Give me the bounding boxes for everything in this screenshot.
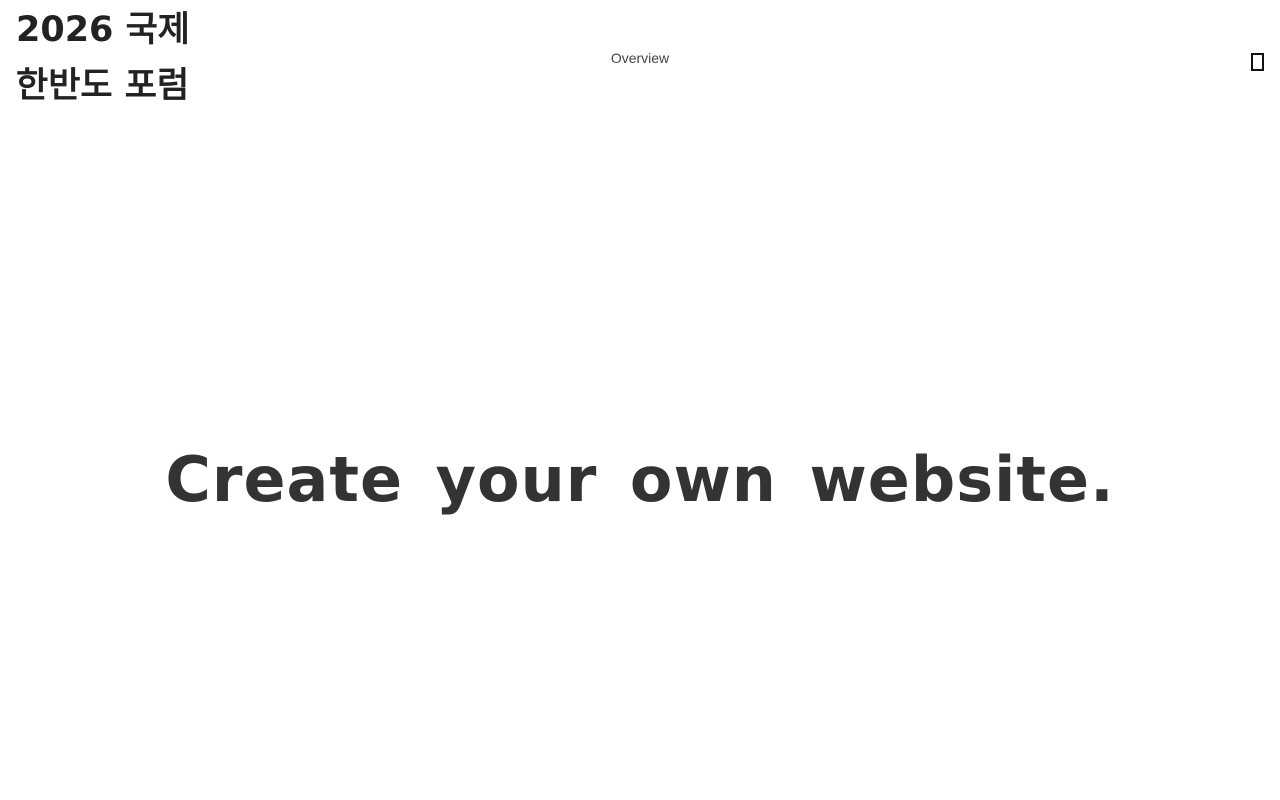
menu-icon [1251, 53, 1264, 71]
hero-section: Create your own website. [0, 440, 1280, 520]
site-header: 2026 국제 한반도 포럼 Overview [0, 0, 1280, 120]
nav-link-overview[interactable]: Overview [611, 50, 669, 66]
menu-toggle-button[interactable] [1250, 51, 1264, 71]
site-title[interactable]: 2026 국제 한반도 포럼 [16, 2, 246, 114]
hero-headline: Create your own website. [165, 443, 1115, 516]
